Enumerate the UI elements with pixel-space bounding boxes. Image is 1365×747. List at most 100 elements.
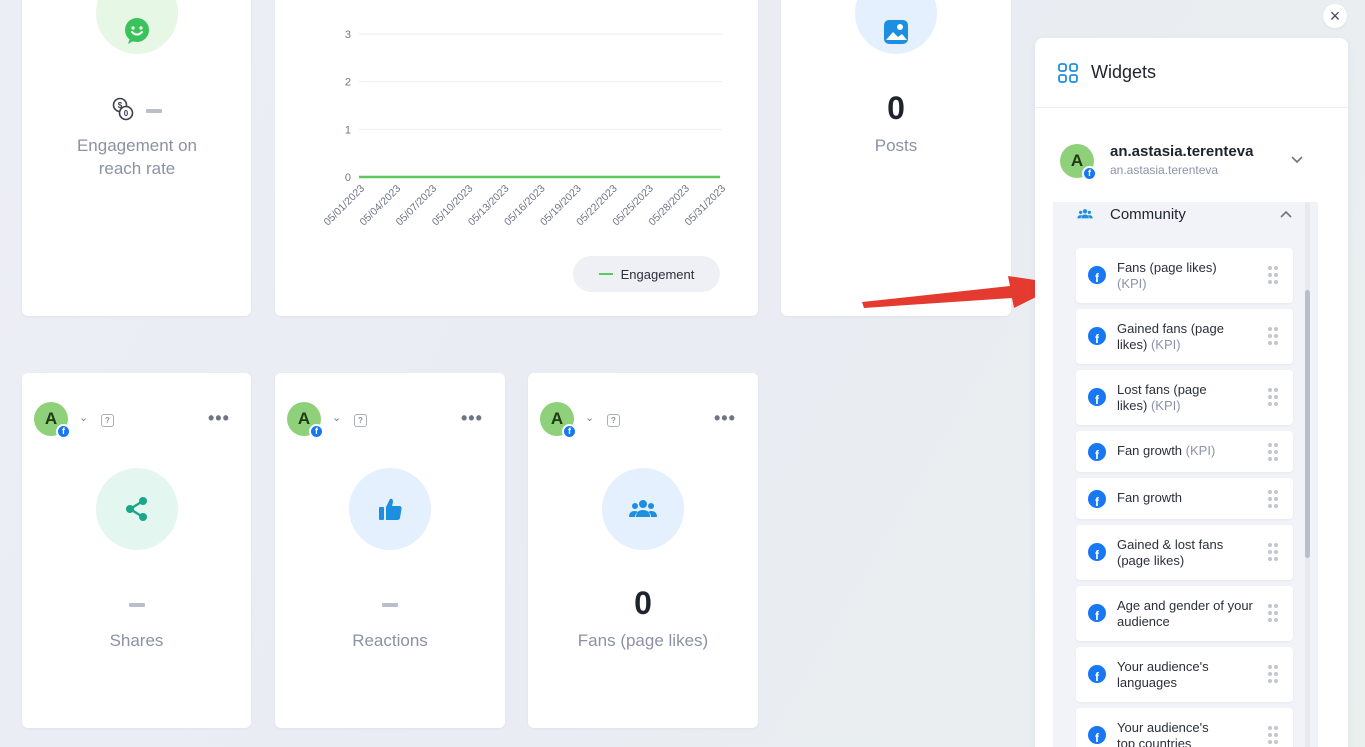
fans-icon-circle: [602, 468, 684, 550]
shares-value: [129, 603, 145, 607]
chevron-down-icon[interactable]: ⌄: [585, 411, 594, 424]
widget-item-label: Fans (page likes) (KPI): [1117, 260, 1257, 292]
help-icon[interactable]: ?: [101, 414, 114, 427]
shares-label: Shares: [109, 631, 164, 650]
engagement-rate-card: $ 0 Engagement on reach rate: [22, 0, 251, 316]
facebook-icon: f: [1088, 665, 1106, 683]
more-options-icon[interactable]: •••: [208, 408, 230, 429]
drag-handle-icon[interactable]: [1268, 388, 1278, 406]
widget-item-age-gender[interactable]: f Age and gender of your audience: [1076, 586, 1293, 641]
scrollbar-thumb[interactable]: [1305, 290, 1310, 558]
legend-label: Engagement: [620, 266, 695, 282]
y-tick-label: 3: [345, 29, 351, 41]
chevron-down-icon[interactable]: ⌄: [79, 411, 88, 424]
more-options-icon[interactable]: •••: [714, 408, 736, 429]
facebook-icon: f: [1088, 726, 1106, 744]
account-handle: an.astasia.terenteva: [1110, 163, 1219, 177]
widget-item-label: Your audience's languages: [1117, 659, 1227, 691]
y-tick-label: 0: [345, 172, 351, 184]
fans-label: Fans (page likes): [577, 631, 709, 650]
reactions-value: [382, 603, 398, 607]
y-tick-label: 2: [345, 77, 351, 89]
section-community-header[interactable]: Community: [1053, 202, 1318, 232]
kpi-tag: (KPI): [1150, 398, 1181, 413]
scrollbar-track[interactable]: [1305, 202, 1310, 747]
avatar-initial: A: [44, 409, 58, 428]
help-glyph: ?: [105, 416, 110, 425]
drag-handle-icon[interactable]: [1268, 604, 1278, 622]
users-icon: [629, 500, 657, 517]
kpi-tag: (KPI): [1150, 337, 1181, 352]
widget-item-languages[interactable]: f Your audience's languages: [1076, 647, 1293, 702]
facebook-icon: f: [1088, 543, 1106, 561]
chart-legend[interactable]: Engagement: [573, 256, 720, 292]
chevron-down-icon[interactable]: ⌄: [332, 411, 341, 424]
thumbs-up-icon: [379, 498, 402, 520]
widget-item-gained-lost-fans[interactable]: f Gained & lost fans (page likes): [1076, 525, 1293, 580]
reactions-card: A f ⌄ ? ••• Reactions: [275, 373, 505, 728]
close-icon: ×: [1329, 5, 1341, 26]
drag-handle-icon[interactable]: [1268, 443, 1278, 461]
drag-handle-icon[interactable]: [1268, 266, 1278, 284]
kpi-tag: (KPI): [1117, 276, 1147, 291]
coins-icon: $ 0: [112, 97, 134, 121]
reactions-label: Reactions: [352, 631, 428, 650]
panel-divider: [1035, 107, 1348, 108]
facebook-icon: f: [1088, 490, 1106, 508]
avatar-initial: A: [297, 409, 311, 428]
avatar-initial: A: [550, 409, 564, 428]
more-options-icon[interactable]: •••: [461, 408, 483, 429]
reactions-icon-circle: [349, 468, 431, 550]
avatar-initial: A: [1070, 151, 1084, 170]
kpi-tag: (KPI): [1185, 443, 1216, 458]
close-panel-button[interactable]: ×: [1323, 4, 1347, 28]
facebook-icon: f: [1088, 604, 1106, 622]
fans-value: 0: [634, 585, 652, 621]
fans-card: A f ⌄ ? ••• 0 Fans (page likes): [528, 373, 758, 728]
drag-handle-icon[interactable]: [1268, 327, 1278, 345]
help-icon[interactable]: ?: [354, 414, 367, 427]
facebook-icon: f: [1088, 388, 1106, 406]
legend-line-swatch: [598, 273, 613, 275]
widget-item-fans-page-likes-kpi[interactable]: f Fans (page likes) (KPI): [1076, 248, 1293, 303]
widget-item-label: Gained fans (page likes) (KPI): [1117, 321, 1257, 353]
panel-title: Widgets: [1091, 62, 1157, 82]
widget-item-label: Age and gender of your audience: [1117, 598, 1257, 630]
widget-item-fan-growth[interactable]: f Fan growth: [1076, 478, 1293, 519]
widget-item-label: Gained & lost fans (page likes): [1117, 537, 1257, 569]
drag-handle-icon[interactable]: [1268, 726, 1278, 744]
widget-item-text: Your audience's top countries: [1117, 720, 1209, 747]
widget-list-area: Community f Fans (page likes) (KPI) f Gai…: [1053, 202, 1318, 747]
posts-icon-circle: [855, 0, 937, 54]
widget-item-lost-fans-kpi[interactable]: f Lost fans (page likes) (KPI): [1076, 370, 1293, 425]
facebook-badge-icon: f: [1082, 166, 1097, 181]
share-icon-circle: [96, 468, 178, 550]
widget-item-text: Gained & lost fans (page likes): [1117, 537, 1224, 568]
widgets-grid-icon: [1058, 63, 1078, 83]
facebook-icon: f: [1088, 443, 1106, 461]
y-tick-label: 1: [345, 124, 351, 136]
help-icon[interactable]: ?: [607, 414, 620, 427]
drag-handle-icon[interactable]: [1268, 490, 1278, 508]
svg-text:0: 0: [124, 109, 129, 118]
widget-item-label: Fan growth: [1117, 490, 1257, 506]
engagement-rate-value: [146, 109, 162, 113]
account-selector[interactable]: A f an.astasia.terenteva an.astasia.tere…: [1053, 134, 1323, 184]
engagement-chart-card: 0 1 2 3 05/01/2023 05/04/2023 05/07/2023 05/10/…: [275, 0, 758, 316]
section-title: Community: [1110, 206, 1186, 223]
widget-item-top-countries[interactable]: f Your audience's top countries: [1076, 708, 1293, 747]
community-icon: [1077, 209, 1093, 219]
chevron-down-icon: [1291, 156, 1303, 164]
account-name: an.astasia.terenteva: [1110, 143, 1254, 160]
widget-item-label: Fan growth (KPI): [1117, 443, 1257, 459]
drag-handle-icon[interactable]: [1268, 665, 1278, 683]
facebook-badge-icon: f: [309, 424, 324, 439]
widget-item-fan-growth-kpi[interactable]: f Fan growth (KPI): [1076, 431, 1293, 472]
image-icon: [884, 20, 908, 44]
smile-chat-icon: [125, 18, 149, 44]
drag-handle-icon[interactable]: [1268, 543, 1278, 561]
widget-item-label: Lost fans (page likes) (KPI): [1117, 382, 1227, 414]
widget-item-gained-fans-kpi[interactable]: f Gained fans (page likes) (KPI): [1076, 309, 1293, 364]
posts-label: Posts: [874, 136, 918, 155]
chevron-up-icon: [1280, 210, 1292, 218]
